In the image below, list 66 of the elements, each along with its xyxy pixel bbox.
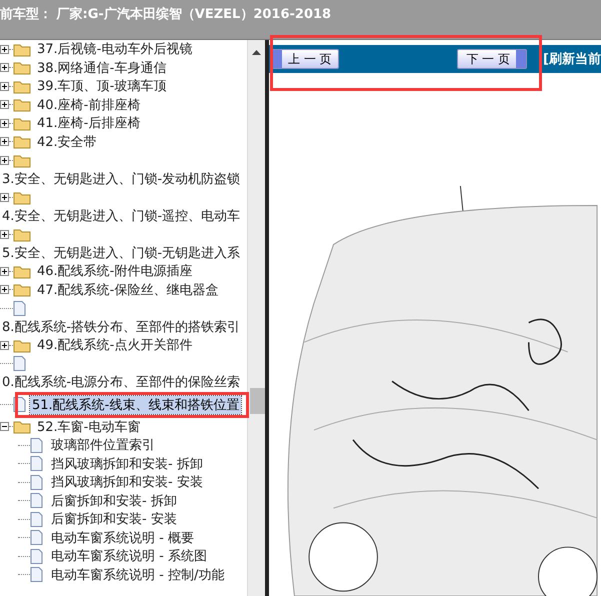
- folder-icon: [13, 282, 31, 298]
- tree-item[interactable]: 0.配线系统-电源分布、至部件的保险丝索: [0, 373, 242, 392]
- expand-icon[interactable]: [0, 100, 9, 110]
- expand-icon[interactable]: [0, 230, 9, 239]
- tree-item[interactable]: 38.网络通信-车身通信: [35, 58, 168, 77]
- tree-item[interactable]: 51.配线系统-线束、线束和搭铁位置: [30, 396, 242, 414]
- folder-icon: [13, 419, 31, 434]
- expand-icon[interactable]: [0, 192, 9, 202]
- next-page-button[interactable]: 下 一 页: [457, 49, 528, 69]
- expand-icon[interactable]: [0, 63, 9, 72]
- tree-item[interactable]: 37.后视镜-电动车外后视镜: [35, 40, 194, 58]
- tree-item[interactable]: 52.车窗-电动车窗: [35, 418, 142, 436]
- document-icon: [30, 438, 43, 453]
- folder-icon: [13, 338, 31, 353]
- expand-icon[interactable]: [0, 44, 9, 54]
- document-icon: [30, 456, 43, 472]
- refresh-link[interactable]: [刷新当前: [543, 50, 601, 68]
- folder-icon: [13, 78, 31, 94]
- expand-icon[interactable]: [0, 156, 9, 165]
- expand-icon[interactable]: [0, 118, 9, 128]
- tree-item[interactable]: 4.安全、无钥匙进入、门锁-遥控、电动车: [0, 206, 242, 225]
- tree-item[interactable]: 电动车窗系统说明 - 控制/功能: [49, 566, 226, 584]
- folder-icon: [13, 60, 31, 76]
- tree-item[interactable]: 3.安全、无钥匙进入、门锁-发动机防盗锁: [0, 170, 242, 188]
- tree-item[interactable]: 挡风玻璃拆卸和安装- 安装: [49, 473, 205, 492]
- tree-item[interactable]: 40.座椅-前排座椅: [35, 96, 142, 114]
- document-icon: [30, 567, 43, 582]
- scroll-up-icon[interactable]: [252, 50, 262, 55]
- document-icon: [13, 300, 26, 316]
- document-icon: [13, 356, 26, 372]
- scrollbar-thumb[interactable]: [250, 388, 265, 414]
- tree-item[interactable]: 5.安全、无钥匙进入、门锁-无钥匙进入系: [0, 244, 242, 262]
- tree-item[interactable]: 42.安全带: [35, 132, 99, 151]
- expand-icon[interactable]: [0, 340, 9, 350]
- expand-icon[interactable]: [0, 82, 9, 91]
- tree-item[interactable]: 后窗拆卸和安装- 安装: [49, 510, 179, 528]
- previous-page-button[interactable]: 上 一 页: [271, 49, 339, 69]
- document-icon: [30, 512, 43, 527]
- folder-icon: [13, 226, 31, 242]
- document-icon: [30, 548, 43, 564]
- document-icon: [30, 493, 43, 508]
- scrollbar[interactable]: [247, 40, 265, 596]
- folder-icon: [13, 134, 31, 150]
- collapse-icon[interactable]: [0, 422, 9, 432]
- window-title: 前车型： 厂家:G-广汽本田缤智（VEZEL）2016-2018: [0, 6, 332, 23]
- folder-icon: [13, 264, 31, 279]
- tree-item[interactable]: 46.配线系统-附件电源插座: [35, 262, 194, 280]
- tree-item[interactable]: 电动车窗系统说明 - 概要: [49, 528, 196, 547]
- tree-item[interactable]: 41.座椅-后排座椅: [35, 114, 142, 132]
- folder-icon: [13, 190, 31, 205]
- tree-item[interactable]: 47.配线系统-保险丝、继电器盒: [35, 280, 220, 299]
- tree-item[interactable]: 8.配线系统-搭铁分布、至部件的搭铁索引: [0, 318, 242, 336]
- tree-item[interactable]: 后窗拆卸和安装- 拆卸: [49, 492, 179, 510]
- folder-icon: [13, 116, 31, 131]
- expand-icon[interactable]: [0, 266, 9, 276]
- expand-icon[interactable]: [0, 285, 9, 294]
- folder-icon: [13, 152, 31, 168]
- tree-item[interactable]: 挡风玻璃拆卸和安装- 拆卸: [49, 454, 205, 473]
- tree-item[interactable]: 49.配线系统-点火开关部件: [35, 336, 194, 354]
- tree-item[interactable]: 39.车顶、顶-玻璃车顶: [35, 77, 168, 96]
- document-icon: [30, 474, 43, 490]
- document-icon: [30, 530, 43, 546]
- tree-item[interactable]: 玻璃部件位置索引: [49, 436, 157, 454]
- folder-icon: [13, 97, 31, 112]
- tree-item[interactable]: 电动车窗系统说明 - 系统图: [49, 547, 209, 566]
- expand-icon[interactable]: [0, 137, 9, 146]
